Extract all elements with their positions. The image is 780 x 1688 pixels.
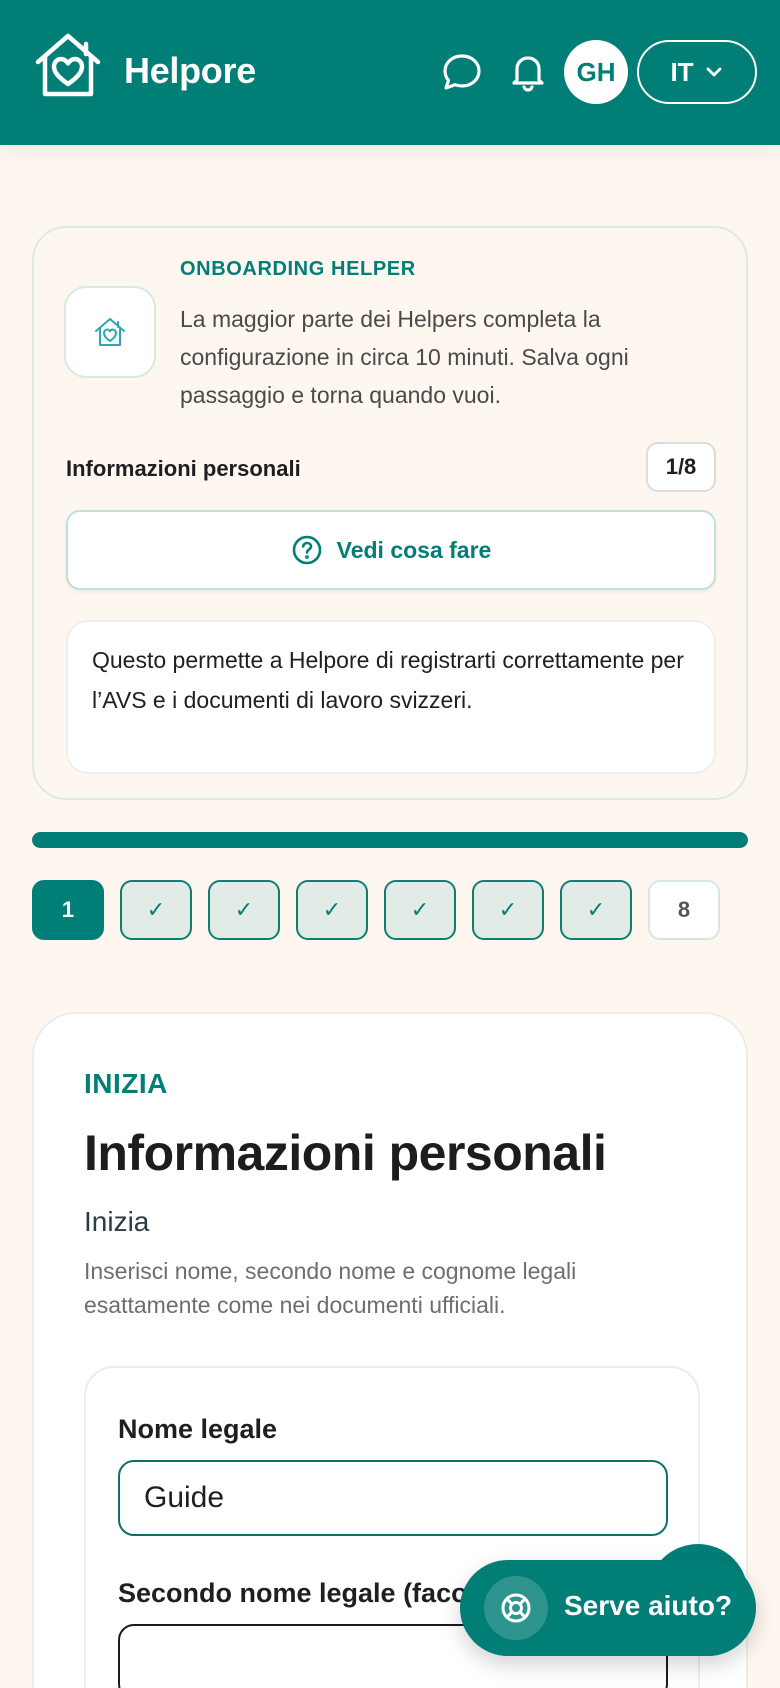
house-heart-logo-icon[interactable] <box>32 28 104 100</box>
step-indicator-6[interactable]: ✓ <box>472 880 544 940</box>
brand-name[interactable]: Helpore <box>124 50 256 92</box>
language-selector[interactable]: IT <box>637 40 757 104</box>
onboarding-progress-bar <box>32 832 748 848</box>
see-what-to-do-button[interactable]: Vedi cosa fare <box>66 510 716 590</box>
lifebuoy-icon <box>501 1593 531 1623</box>
help-icon-circle <box>484 1576 548 1640</box>
see-what-to-do-label: Vedi cosa fare <box>336 536 492 563</box>
progress-fill <box>32 832 748 848</box>
step-indicator-5[interactable]: ✓ <box>384 880 456 940</box>
legal-name-input[interactable] <box>118 1460 668 1536</box>
form-subtitle: Inizia <box>84 1206 150 1237</box>
need-help-label: Serve aiuto? <box>564 1590 733 1621</box>
form-eyebrow: INIZIA <box>84 1068 168 1099</box>
legal-name-label: Nome legale <box>118 1414 278 1444</box>
user-avatar[interactable]: GH <box>564 40 628 104</box>
form-description: Inserisci nome, secondo nome e cognome l… <box>84 1258 577 1318</box>
step-indicator-4[interactable]: ✓ <box>296 880 368 940</box>
step-indicator-2[interactable]: ✓ <box>120 880 192 940</box>
onboarding-helper-card: ONBOARDING HELPER La maggior parte dei H… <box>32 226 748 800</box>
step-indicator-3[interactable]: ✓ <box>208 880 280 940</box>
current-step-label: Informazioni personali <box>66 456 301 481</box>
onboarding-note: Questo permette a Helpore di registrarti… <box>66 620 716 774</box>
onboarding-icon-box <box>64 286 156 378</box>
onboarding-description: La maggior parte dei Helpers completa la… <box>180 306 629 408</box>
question-circle-icon <box>292 535 321 565</box>
language-code: IT <box>670 56 694 87</box>
step-indicator-8[interactable]: 8 <box>648 880 720 940</box>
need-help-button[interactable]: Serve aiuto? <box>460 1560 756 1656</box>
step-count-badge: 1/8 <box>646 442 716 492</box>
page-title: Informazioni personali <box>84 1125 607 1181</box>
bell-icon[interactable] <box>506 50 550 94</box>
house-heart-icon <box>95 318 125 346</box>
step-indicator-1[interactable]: 1 <box>32 880 104 940</box>
chevron-down-icon <box>706 67 721 77</box>
chat-bubble-icon[interactable] <box>440 50 484 94</box>
top-app-bar: Helpore GH IT <box>0 0 780 145</box>
step-indicator-7[interactable]: ✓ <box>560 880 632 940</box>
onboarding-eyebrow: ONBOARDING HELPER <box>180 258 416 280</box>
